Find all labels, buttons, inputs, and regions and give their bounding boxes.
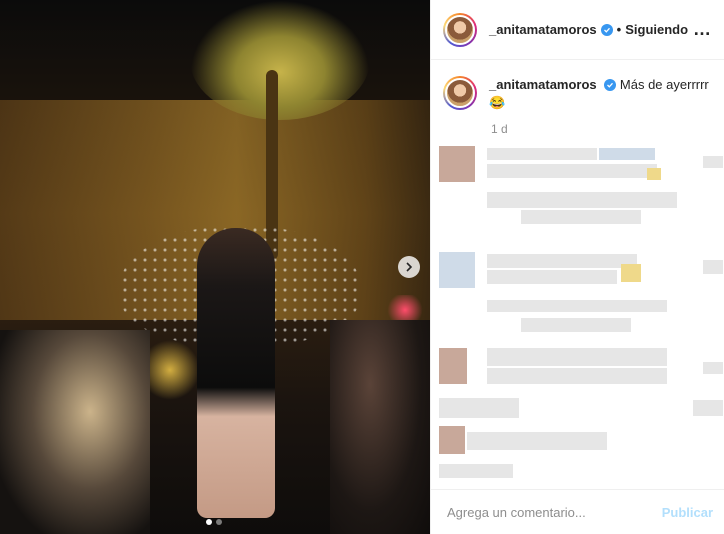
carousel-dot [206, 519, 212, 525]
pixelated-text [487, 300, 667, 312]
pixelated-text [487, 192, 677, 208]
laughing-emoji: 😂 [489, 95, 506, 110]
pixelated-text [439, 464, 513, 478]
avatar[interactable] [443, 12, 477, 47]
carousel-indicators [206, 519, 222, 525]
pixelated-text [521, 318, 631, 332]
pixelated-text [487, 368, 667, 384]
post-header: _anitamatamoros • Siguiendo … [431, 0, 724, 60]
comments-list [431, 142, 724, 487]
publish-button[interactable]: Publicar [662, 505, 713, 520]
username-link[interactable]: _anitamatamoros [489, 22, 597, 37]
avatar[interactable] [439, 348, 467, 384]
avatar[interactable] [439, 426, 465, 454]
follow-status-button[interactable]: Siguiendo [625, 22, 688, 37]
pixelated-text [487, 164, 657, 178]
avatar[interactable] [439, 252, 475, 288]
avatar[interactable] [443, 76, 477, 110]
pixelated-text [521, 210, 641, 224]
comment-bar: Agrega un comentario... Publicar [431, 489, 724, 534]
pixelated-text [693, 400, 723, 416]
pixelated-text [621, 264, 641, 282]
verified-badge-icon [604, 79, 617, 91]
verified-badge-icon [600, 23, 613, 36]
pixelated-text [703, 156, 723, 168]
pixelated-text [487, 348, 667, 366]
next-slide-button[interactable] [398, 256, 420, 278]
pixelated-text [487, 270, 617, 284]
pixelated-text [487, 148, 597, 160]
palm-tree [190, 0, 370, 120]
more-options-icon[interactable]: … [693, 19, 712, 40]
pixelated-text [703, 260, 723, 274]
caption-text: Más de ayerrrrr [619, 77, 709, 92]
pixelated-text [487, 254, 637, 268]
pixelated-text [647, 168, 661, 180]
pixelated-text [439, 398, 519, 418]
post-side-panel: _anitamatamoros • Siguiendo … _anitamata… [430, 0, 724, 534]
caption: _anitamatamoros Más de ayerrrrr 😂 [431, 60, 724, 112]
chevron-right-icon [406, 262, 413, 272]
separator: • [616, 22, 622, 37]
crowd [330, 320, 430, 534]
avatar[interactable] [439, 146, 475, 182]
dancing-person [197, 228, 275, 518]
caption-username[interactable]: _anitamatamoros [489, 77, 597, 92]
post-time[interactable]: 1 d [491, 122, 724, 136]
post-media[interactable] [0, 0, 430, 534]
pixelated-text [703, 362, 723, 374]
crowd [0, 330, 150, 534]
carousel-dot [216, 519, 222, 525]
pixelated-text [599, 148, 655, 160]
pixelated-text [467, 432, 607, 450]
comment-input[interactable]: Agrega un comentario... [447, 505, 662, 520]
